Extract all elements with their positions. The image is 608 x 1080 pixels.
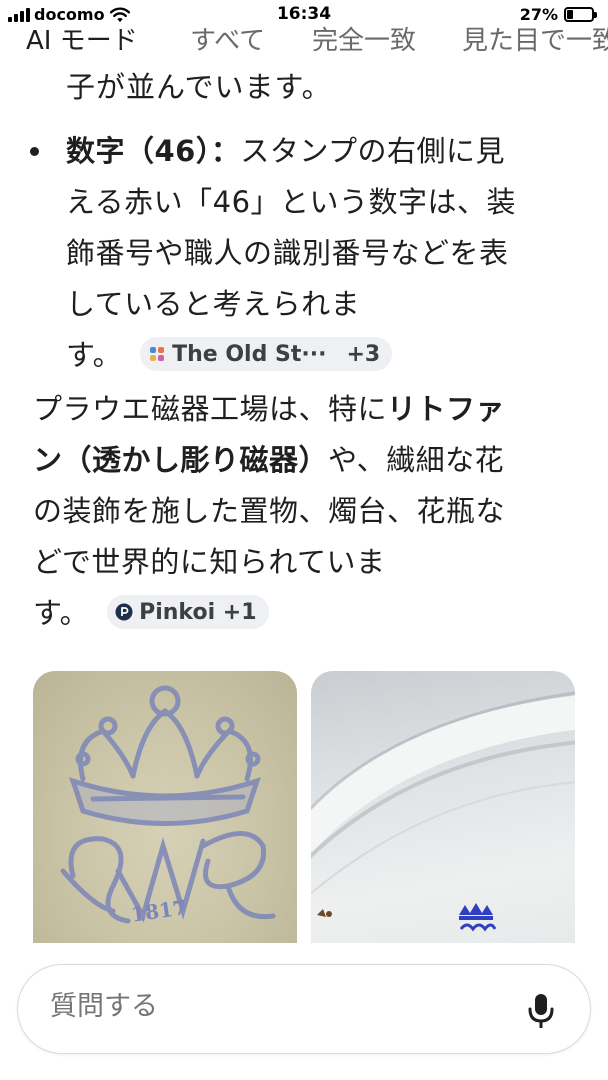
tab-visual-match[interactable]: 見た目で一致: [462, 20, 608, 57]
bullet-line-5: す。 The Old St··· +3: [66, 330, 586, 381]
para-line-4: どで世界的に知られていま: [33, 545, 386, 579]
source-chip-more: +3: [346, 341, 381, 367]
bullet-title: 数字（46）：: [66, 134, 241, 168]
tab-ai-mode[interactable]: AI モード: [26, 20, 138, 57]
porcelain-mark-drawing: 1817: [60, 685, 276, 927]
para-line-2: ン（透かし彫り磁器）や、繊細な花: [33, 435, 593, 486]
ask-input[interactable]: [50, 991, 470, 1022]
mark-year-label: 1817: [130, 895, 188, 927]
para-end-text: す。: [33, 596, 90, 630]
battery-fill: [567, 10, 573, 19]
para-line-1: プラウエ磁器工場は、特にリトファ: [33, 384, 593, 435]
tab-exact-match[interactable]: 完全一致: [312, 20, 416, 57]
bullet-line-4: していると考えられま: [66, 287, 361, 321]
answer-paragraph: プラウエ磁器工場は、特にリトファ ン（透かし彫り磁器）や、繊細な花 の装飾を施し…: [33, 384, 593, 639]
source-chip-old-st[interactable]: The Old St··· +3: [140, 337, 393, 371]
bullet-line-2: える赤い「46」という数字は、装: [66, 185, 517, 219]
bottom-bar: [0, 960, 608, 1080]
source-chip-pinkoi[interactable]: Pinkoi +1: [107, 595, 269, 629]
bullet-line-3: 飾番号や職人の識別番号などを表: [66, 236, 509, 270]
ai-answer-content: 子が並んでいます。 数字（46）：スタンプの右側に見 える赤い「46」という数字…: [0, 60, 608, 960]
ask-box[interactable]: [17, 964, 591, 1054]
para-text: プラウエ磁器工場は、特に: [33, 392, 388, 426]
source-chip-label: The Old St···: [172, 341, 327, 367]
bullet-dot: [30, 147, 39, 156]
pinkoi-icon: [115, 603, 133, 621]
bullet-text: スタンプの右側に見: [240, 134, 505, 168]
clipped-text-line: 子が並んでいます。: [66, 70, 332, 104]
bullet-end-text: す。: [66, 338, 123, 372]
source-chip-label: Pinkoi +1: [139, 599, 257, 625]
para-text: や、繊細な花: [328, 443, 505, 477]
search-mode-tabs: AI モード すべて 完全一致 見た目で一致: [0, 20, 608, 60]
tab-all[interactable]: すべて: [190, 20, 265, 57]
para-bold-text: ン（透かし彫り磁器）: [33, 443, 329, 477]
porcelain-mark-closeup-image[interactable]: 1817: [33, 671, 297, 943]
bullet-line-1: 数字（46）：スタンプの右側に見: [66, 126, 586, 177]
bullet-item: 数字（46）：スタンプの右側に見 える赤い「46」という数字は、装 飾番号や職人…: [66, 126, 586, 381]
plate-drawing: [311, 691, 575, 932]
para-line-3: の装飾を施した置物、燭台、花瓶な: [33, 494, 506, 528]
source-favicon-icon: [150, 347, 165, 361]
para-line-5: す。 Pinkoi +1: [33, 588, 593, 639]
microphone-icon[interactable]: [526, 992, 556, 1030]
para-bold-text: リトファ: [387, 392, 506, 426]
plate-underside-image[interactable]: [311, 671, 575, 943]
